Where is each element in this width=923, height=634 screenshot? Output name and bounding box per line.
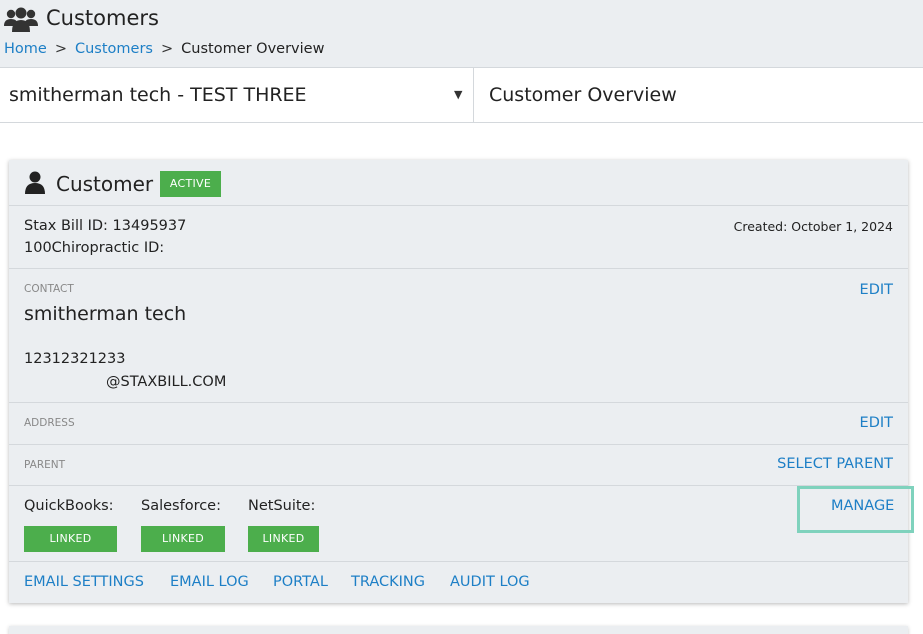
customer-card: Customer ACTIVE Stax Bill ID: 13495937 1… (9, 160, 914, 603)
contact-section: CONTACT EDIT smitherman tech 12312321233… (9, 269, 908, 403)
salesforce-linked-badge: LINKED (141, 526, 225, 552)
edit-contact-link[interactable]: EDIT (860, 282, 893, 298)
integrations-section: QuickBooks: Salesforce: NetSuite: LINKED… (9, 486, 914, 562)
stax-bill-id: Stax Bill ID: 13495937 (24, 218, 187, 234)
email-settings-link[interactable]: EMAIL SETTINGS (24, 574, 144, 590)
address-section: ADDRESS EDIT (9, 403, 908, 445)
customer-selector-bar: smitherman tech - TEST THREE ▼ Customer … (0, 68, 923, 123)
salesforce-label: Salesforce: (141, 498, 221, 514)
netsuite-label: NetSuite: (248, 498, 316, 514)
select-parent-link[interactable]: SELECT PARENT (777, 456, 893, 472)
breadcrumb-home[interactable]: Home (4, 41, 47, 57)
contact-name: smitherman tech (24, 303, 187, 325)
caret-down-icon: ▼ (454, 88, 463, 101)
portal-link[interactable]: PORTAL (273, 574, 328, 590)
created-date: Created: October 1, 2024 (733, 219, 893, 234)
users-group-icon (4, 7, 38, 32)
person-icon (25, 171, 45, 194)
netsuite-linked-badge: LINKED (248, 526, 319, 552)
tracking-link[interactable]: TRACKING (351, 574, 425, 590)
page-header: Customers Home > Customers > Customer Overvi… (0, 0, 923, 68)
customer-card-header: Customer ACTIVE (9, 160, 908, 206)
chiropractic-id: 100Chiropractic ID: (24, 240, 165, 256)
next-card (9, 626, 908, 634)
quickbooks-linked-badge: LINKED (24, 526, 117, 552)
customer-select-value: smitherman tech - TEST THREE (9, 84, 307, 106)
view-title: Customer Overview (489, 84, 677, 106)
breadcrumb-separator: > (54, 41, 67, 57)
customer-ids: Stax Bill ID: 13495937 100Chiropractic I… (9, 206, 908, 269)
audit-log-link[interactable]: AUDIT LOG (450, 574, 530, 590)
manage-integrations-link[interactable]: MANAGE (831, 498, 894, 514)
address-label: ADDRESS (24, 417, 75, 429)
email-log-link[interactable]: EMAIL LOG (170, 574, 249, 590)
breadcrumb-current: Customer Overview (181, 41, 325, 57)
customer-select[interactable]: smitherman tech - TEST THREE ▼ (0, 68, 474, 122)
parent-section: PARENT SELECT PARENT (9, 445, 908, 486)
status-badge: ACTIVE (160, 171, 221, 197)
customer-actions: EMAIL SETTINGS EMAIL LOG PORTAL TRACKING… (9, 562, 908, 603)
parent-label: PARENT (24, 459, 66, 471)
breadcrumb-separator: > (160, 41, 174, 57)
contact-phone: 12312321233 (24, 351, 126, 367)
customer-card-title: Customer (56, 172, 154, 196)
breadcrumb: Home > Customers > Customer Overview (4, 41, 324, 57)
page-title: Customers (46, 6, 159, 30)
breadcrumb-customers[interactable]: Customers (75, 41, 153, 57)
edit-address-link[interactable]: EDIT (860, 415, 893, 431)
quickbooks-label: QuickBooks: (24, 498, 114, 514)
contact-label: CONTACT (24, 283, 74, 295)
contact-email: @STAXBILL.COM (106, 374, 227, 390)
